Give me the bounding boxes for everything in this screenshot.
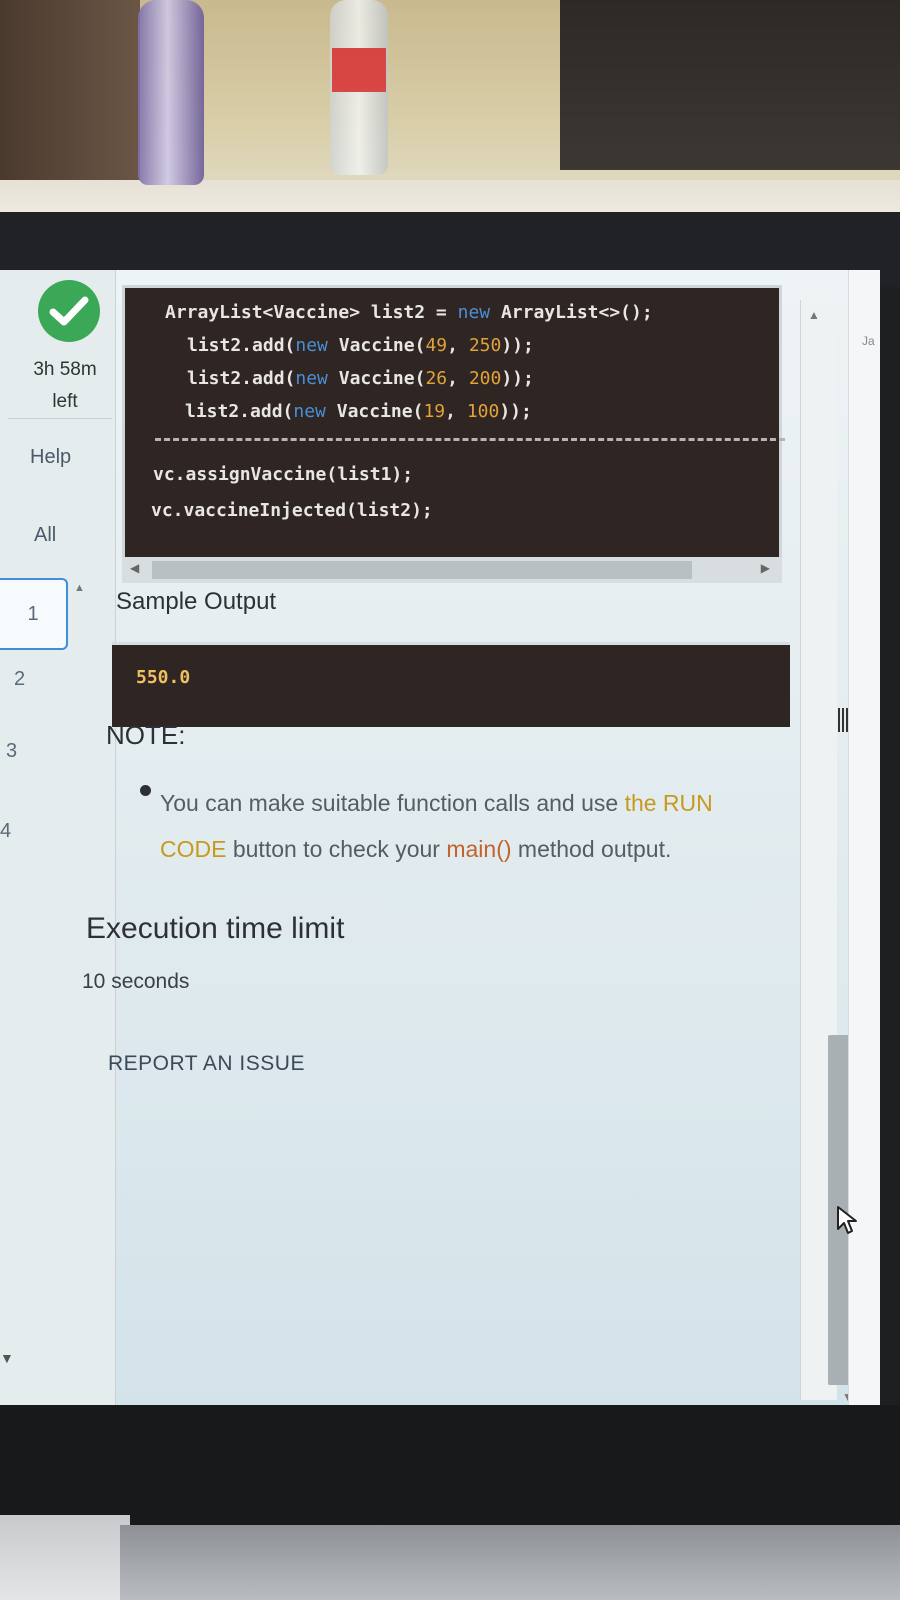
code-line: vc.assignVaccine(list1);	[153, 464, 414, 485]
horizontal-scrollbar[interactable]: ◀ ▶	[122, 557, 782, 583]
code-line: list2.add(new Vaccine(26, 200));	[187, 368, 534, 389]
main-method-highlight: main()	[446, 836, 512, 862]
scrollbar-thumb[interactable]	[152, 561, 692, 579]
code-separator	[155, 438, 785, 441]
photo-background	[0, 0, 900, 235]
execution-time-title: Execution time limit	[86, 912, 345, 945]
scroll-up-icon[interactable]: ▲	[808, 308, 820, 322]
sample-output-block: 550.0	[112, 642, 790, 727]
scroll-left-icon[interactable]: ◀	[130, 561, 139, 575]
sample-output-value: 550.0	[136, 667, 191, 688]
soda-bottle	[330, 0, 388, 175]
water-bottle	[138, 0, 204, 185]
code-line: list2.add(new Vaccine(49, 250));	[187, 335, 534, 356]
bullet-icon	[140, 785, 151, 796]
code-line: list2.add(new Vaccine(19, 100));	[185, 401, 532, 422]
question-4-tab[interactable]: 4	[0, 820, 11, 843]
code-example: ArrayList<Vaccine> list2 = new ArrayList…	[122, 285, 785, 570]
execution-time-value: 10 seconds	[82, 970, 190, 993]
scroll-down-icon[interactable]: ▼	[0, 1350, 14, 1366]
doorway	[560, 0, 900, 170]
code-editor-panel[interactable]	[848, 270, 880, 1410]
problem-statement: ArrayList<Vaccine> list2 = new ArrayList…	[80, 270, 820, 1410]
language-selector[interactable]: Ja	[862, 334, 875, 348]
code-line: vc.vaccineInjected(list2);	[151, 500, 433, 521]
question-2-tab[interactable]: 2	[14, 668, 25, 691]
note-text: You can make suitable function calls and…	[160, 790, 713, 862]
question-1-tab[interactable]: 1	[0, 578, 68, 650]
code-line: ArrayList<Vaccine> list2 = new ArrayList…	[165, 302, 653, 323]
resize-handle-icon[interactable]	[838, 708, 848, 732]
question-3-tab[interactable]: 3	[6, 740, 17, 763]
mouse-pointer-icon	[837, 1206, 857, 1234]
scroll-right-icon[interactable]: ▶	[761, 561, 770, 575]
report-issue-button[interactable]: REPORT AN ISSUE	[108, 1052, 305, 1076]
all-questions-tab[interactable]: All	[34, 524, 56, 547]
note-title: NOTE:	[106, 720, 186, 750]
sample-output-title: Sample Output	[116, 588, 277, 615]
monitor-bezel-bottom	[0, 1405, 900, 1600]
screen: 3h 58m left Help All ▲ 1 2 3 4 ▼ ArrayLi…	[0, 270, 880, 1410]
help-link[interactable]: Help	[30, 446, 71, 469]
